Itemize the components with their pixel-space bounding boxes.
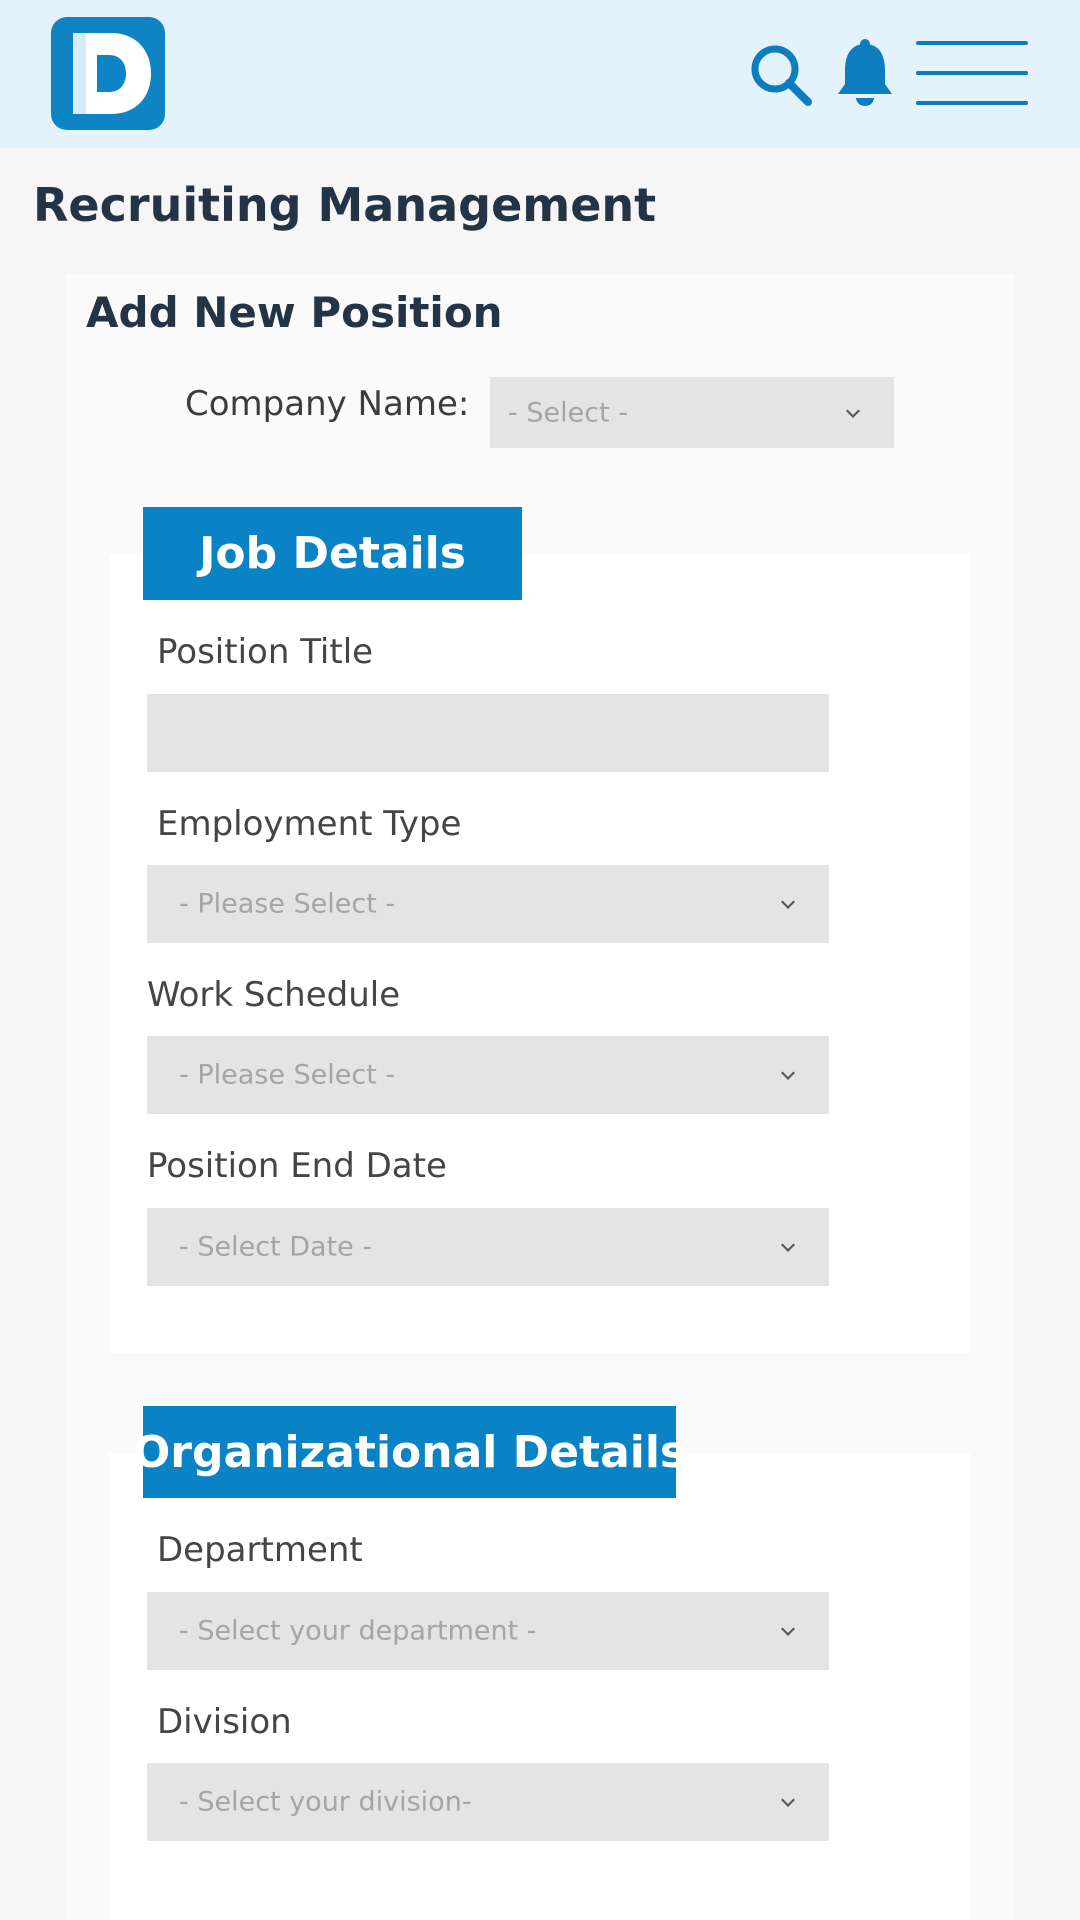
- search-icon: [751, 45, 812, 106]
- top-navigation-bar: [0, 0, 1080, 148]
- company-name-label: Company Name:: [185, 384, 470, 424]
- logo-d-icon: [73, 33, 151, 114]
- company-name-select[interactable]: - Select -: [490, 377, 894, 448]
- chevron-down-icon: [846, 403, 860, 418]
- division-select[interactable]: - Select your division-: [147, 1763, 829, 1841]
- division-label: Division: [157, 1702, 292, 1742]
- job-details-header: Job Details: [143, 507, 522, 600]
- notifications-button[interactable]: [836, 38, 894, 110]
- hamburger-menu-icon: [916, 41, 1028, 105]
- position-title-input[interactable]: [147, 694, 829, 772]
- department-label: Department: [157, 1530, 363, 1570]
- position-end-date-select[interactable]: - Select Date -: [147, 1208, 829, 1286]
- organizational-details-section: [109, 1453, 970, 1920]
- position-end-date-label: Position End Date: [147, 1146, 447, 1186]
- work-schedule-select[interactable]: - Please Select -: [147, 1036, 829, 1114]
- employment-type-placeholder: - Please Select -: [179, 888, 396, 920]
- chevron-down-icon: [781, 895, 795, 909]
- bell-icon: [838, 39, 892, 106]
- employment-type-select[interactable]: - Please Select -: [147, 865, 829, 943]
- form-title: Add New Position: [86, 288, 503, 337]
- page-title: Recruiting Management: [33, 178, 657, 232]
- division-placeholder: - Select your division-: [179, 1786, 472, 1818]
- chevron-down-icon: [781, 1622, 795, 1636]
- organizational-details-header: Organizational Details: [133, 1406, 686, 1498]
- position-title-label: Position Title: [157, 632, 374, 672]
- chevron-down-icon: [781, 1066, 795, 1080]
- work-schedule-placeholder: - Please Select -: [179, 1059, 396, 1091]
- chevron-down-icon: [781, 1238, 795, 1252]
- hamburger-menu-button[interactable]: [916, 38, 1028, 108]
- chevron-down-icon: [781, 1793, 795, 1807]
- department-select[interactable]: - Select your department -: [147, 1592, 829, 1670]
- app-logo[interactable]: [51, 17, 165, 130]
- employment-type-label: Employment Type: [157, 804, 462, 844]
- work-schedule-label: Work Schedule: [147, 975, 401, 1015]
- search-button[interactable]: [748, 42, 814, 108]
- company-name-placeholder: - Select -: [508, 397, 628, 428]
- department-placeholder: - Select your department -: [179, 1615, 537, 1647]
- position-end-date-placeholder: - Select Date -: [179, 1231, 373, 1263]
